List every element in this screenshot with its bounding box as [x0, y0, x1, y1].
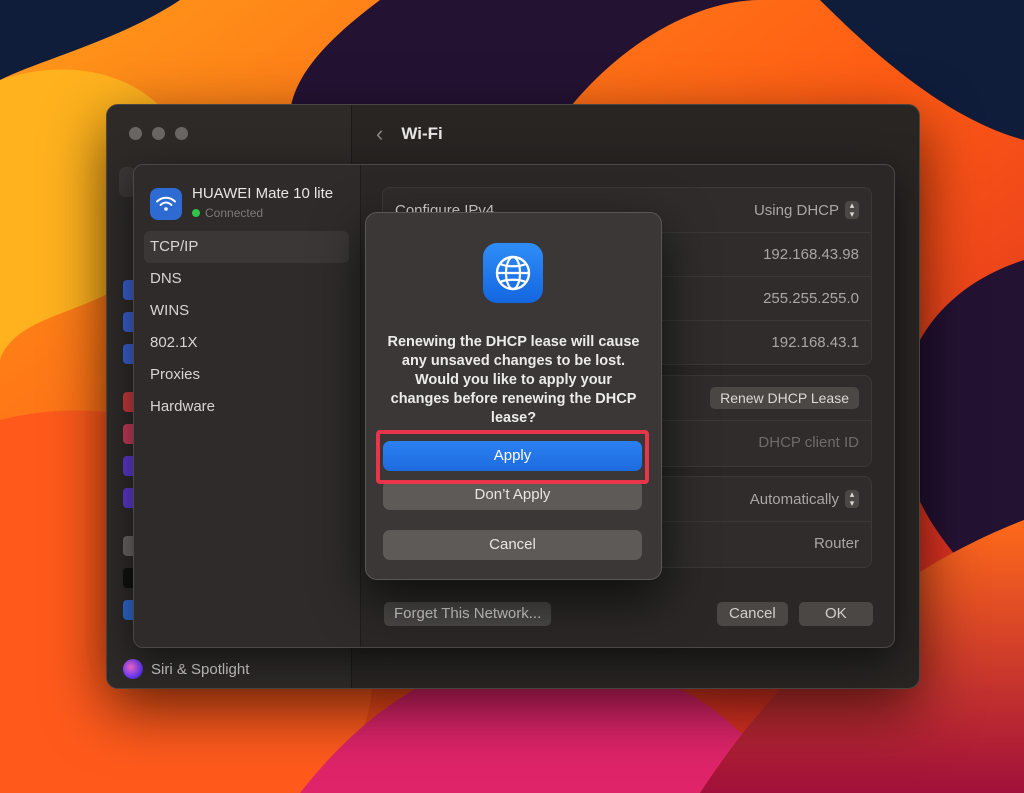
tab-tcp-ip[interactable]: TCP/IP [144, 231, 349, 263]
alert-message: Renewing the DHCP lease will cause any u… [387, 334, 640, 426]
configure-ipv4-value: Using DHCP [753, 201, 839, 219]
popup-arrows-icon: ▴ ▾ [845, 201, 859, 219]
window-controls [129, 127, 188, 140]
close-window-button[interactable] [129, 127, 142, 140]
tab-dns[interactable]: DNS [144, 263, 349, 295]
configure-ipv6-value: Automatically [749, 490, 839, 508]
router-value: 192.168.43.1 [771, 333, 859, 351]
sidebar-item-siri-spotlight[interactable]: Siri & Spotlight [123, 659, 249, 679]
status-dot-icon [192, 209, 200, 217]
back-chevron-icon[interactable]: ‹ [376, 121, 383, 147]
minimize-window-button[interactable] [152, 127, 165, 140]
siri-icon [123, 659, 143, 679]
sheet-cancel-button[interactable]: Cancel [717, 602, 788, 626]
renew-dhcp-alert: Renewing the DHCP lease will cause any u… [365, 212, 662, 580]
network-name: HUAWEI Mate 10 lite [192, 185, 334, 202]
network-header: HUAWEI Mate 10 lite Connected [150, 185, 333, 220]
sheet-tab-list: TCP/IP DNS WINS 802.1X Proxies Hardware [144, 231, 349, 423]
wifi-icon [150, 188, 182, 220]
configure-ipv6-select[interactable]: Automatically ▴ ▾ [750, 490, 859, 508]
popup-arrows-icon: ▴ ▾ [845, 490, 859, 508]
ip-address-value: 192.168.43.98 [763, 245, 859, 263]
tab-wins[interactable]: WINS [144, 295, 349, 327]
apply-highlight-box [376, 430, 649, 484]
dont-apply-button[interactable]: Don’t Apply [383, 480, 642, 510]
globe-icon [483, 243, 543, 303]
forget-network-button[interactable]: Forget This Network... [384, 602, 552, 626]
tab-proxies[interactable]: Proxies [144, 359, 349, 391]
tab-hardware[interactable]: Hardware [144, 391, 349, 423]
alert-cancel-button[interactable]: Cancel [383, 530, 642, 560]
connection-status: Connected [192, 206, 333, 220]
zoom-window-button[interactable] [175, 127, 188, 140]
connection-status-text: Connected [205, 206, 264, 220]
subnet-mask-value: 255.255.255.0 [763, 289, 859, 307]
page-title: Wi-Fi [401, 124, 443, 143]
sheet-ok-button[interactable]: OK [799, 602, 873, 626]
configure-ipv4-select[interactable]: Using DHCP ▴ ▾ [754, 201, 859, 219]
tab-802-1x[interactable]: 802.1X [144, 327, 349, 359]
ipv6-router-value: Router [813, 534, 859, 552]
renew-dhcp-lease-button[interactable]: Renew DHCP Lease [710, 387, 859, 409]
dhcp-client-id-field[interactable]: DHCP client ID [758, 434, 859, 451]
window-header: ‹ Wi-Fi [352, 105, 919, 163]
sidebar-item-label: Siri & Spotlight [151, 660, 250, 678]
sheet-sidebar: HUAWEI Mate 10 lite Connected TCP/IP DNS… [134, 165, 361, 647]
